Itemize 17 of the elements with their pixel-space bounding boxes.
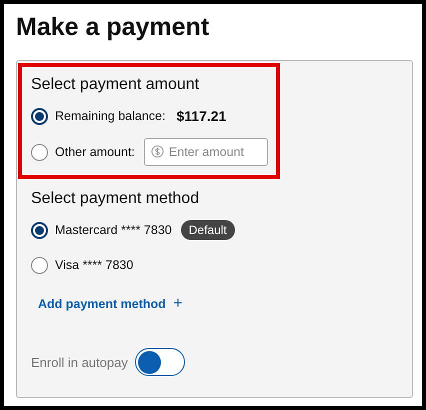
amount-input-field[interactable]: Enter amount (144, 138, 268, 166)
card-label: Mastercard **** 7830 (55, 223, 172, 237)
radio-button[interactable] (31, 222, 48, 238)
balance-amount: $117.21 (176, 108, 226, 124)
section-heading: Select payment amount (31, 75, 200, 95)
page-title: Make a payment (16, 12, 210, 42)
default-badge: Default (180, 220, 235, 240)
option-label: Remaining balance: (55, 109, 166, 123)
autopay-toggle[interactable] (134, 348, 185, 376)
radio-button[interactable] (31, 108, 48, 124)
option-label: Other amount: (55, 145, 135, 159)
radio-button[interactable] (31, 144, 48, 160)
card-label: Visa **** 7830 (55, 258, 134, 272)
radio-button[interactable] (31, 256, 48, 274)
section-heading: Select payment method (31, 189, 200, 209)
autopay-label: Enroll in autopay (31, 354, 128, 370)
add-payment-method-link[interactable]: Add payment method + (38, 295, 183, 313)
